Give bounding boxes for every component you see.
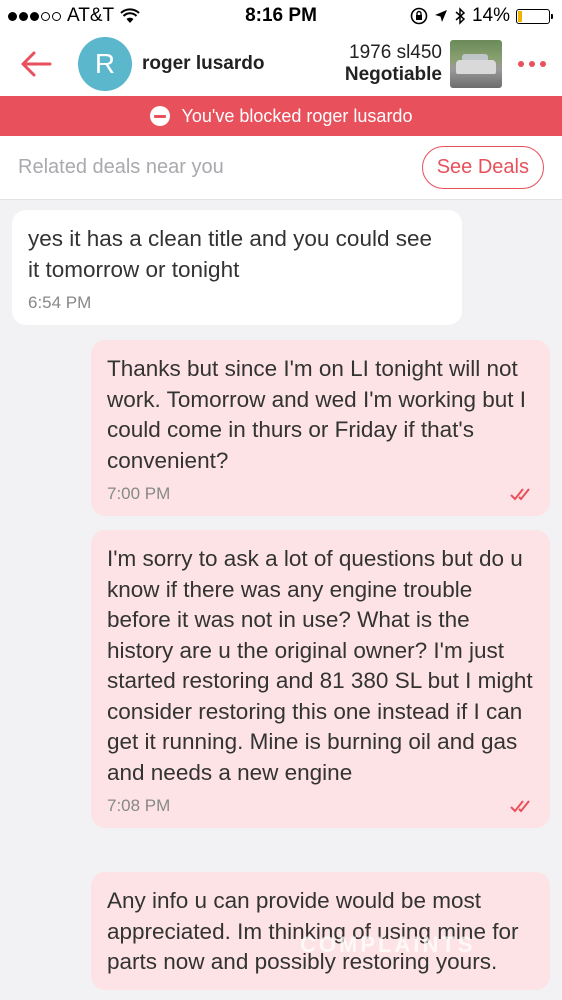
message-list[interactable]: yes it has a clean title and you could s…	[0, 200, 562, 1000]
message-bubble-outgoing: Thanks but since I'm on LI tonight will …	[91, 340, 550, 516]
message-bubble-outgoing: Any info u can provide would be most app…	[91, 872, 550, 990]
double-check-icon	[510, 800, 530, 813]
battery-percent: 14%	[471, 5, 510, 26]
orientation-lock-icon	[410, 7, 428, 25]
chat-header: R roger lusardo 1976 sl450 Negotiable	[0, 32, 562, 96]
status-bar: AT&T 8:16 PM 14%	[0, 0, 562, 32]
carrier-group: AT&T	[8, 5, 140, 27]
carrier-name: AT&T	[67, 5, 115, 26]
message-time: 7:00 PM	[107, 484, 171, 503]
avatar[interactable]: R	[78, 37, 132, 91]
message-time: 6:54 PM	[28, 293, 92, 312]
message-text: yes it has a clean title and you could s…	[28, 226, 433, 282]
listing-title: 1976 sl450	[349, 42, 442, 63]
message-text: Thanks but since I'm on LI tonight will …	[107, 356, 527, 473]
message-bubble-outgoing: I'm sorry to ask a lot of questions but …	[91, 530, 550, 828]
message-time: 7:08 PM	[107, 796, 171, 815]
watermark: COMPLAINTS	[300, 932, 476, 957]
signal-strength-icon	[8, 11, 61, 21]
back-button[interactable]	[0, 32, 72, 96]
related-deals-bar: Related deals near you See Deals	[0, 136, 562, 200]
listing-price: Negotiable	[344, 64, 442, 85]
related-deals-label: Related deals near you	[18, 156, 224, 178]
status-icons: 14%	[410, 5, 553, 27]
double-check-icon	[510, 488, 530, 501]
contact-name[interactable]: roger lusardo	[142, 53, 345, 75]
listing-thumbnail[interactable]	[450, 40, 502, 88]
more-options-button[interactable]	[502, 32, 562, 96]
blocked-text: You've blocked roger lusardo	[181, 105, 413, 126]
battery-icon	[516, 8, 553, 24]
listing-info[interactable]: 1976 sl450 Negotiable	[345, 42, 442, 86]
location-arrow-icon	[434, 10, 447, 22]
message-bubble-incoming: yes it has a clean title and you could s…	[12, 210, 462, 325]
see-deals-button[interactable]: See Deals	[421, 146, 544, 189]
back-arrow-icon	[21, 51, 52, 77]
bluetooth-icon	[455, 7, 466, 25]
wifi-icon	[120, 8, 140, 23]
message-text: I'm sorry to ask a lot of questions but …	[107, 546, 533, 785]
blocked-icon	[149, 106, 170, 126]
blocked-banner[interactable]: You've blocked roger lusardo	[0, 96, 562, 136]
